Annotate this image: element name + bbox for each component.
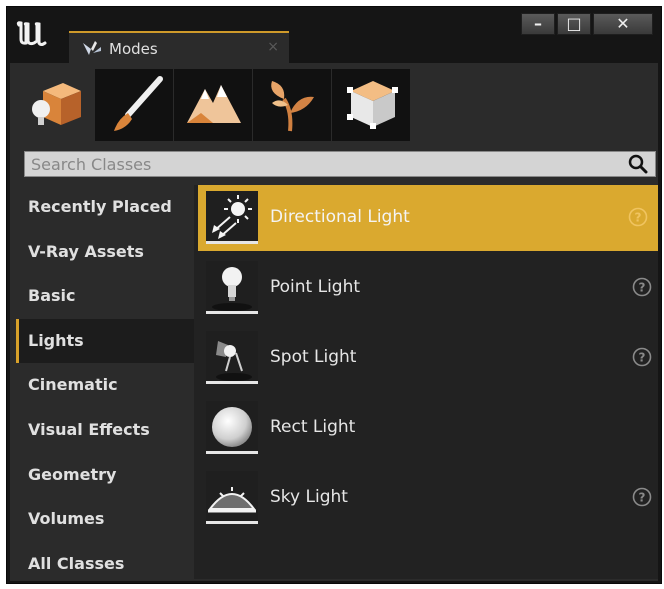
minimize-button[interactable]: –	[521, 13, 555, 35]
sidebar-item-all-classes[interactable]: All Classes	[16, 542, 194, 587]
list-item-label: Spot Light	[270, 347, 357, 367]
list-item-label: Point Light	[270, 277, 361, 297]
help-icon[interactable]: ?	[632, 277, 652, 297]
help-icon[interactable]: ?	[632, 487, 652, 507]
list-item-sky-light[interactable]: Sky Light ?	[198, 465, 662, 531]
foliage-mode-icon	[271, 81, 314, 132]
thumbnail-underline	[206, 451, 258, 454]
tab-close-button[interactable]: ×	[267, 39, 279, 55]
unreal-logo-icon	[16, 21, 47, 46]
tab-modes[interactable]: Modes ×	[69, 31, 289, 65]
sidebar-item-recently-placed[interactable]: Recently Placed	[16, 185, 194, 230]
mode-paint[interactable]	[95, 69, 173, 141]
class-list: Directional Light ? Point Light ? Spot L…	[194, 185, 658, 579]
help-icon[interactable]: ?	[632, 347, 652, 367]
modes-panel: Recently Placed V-Ray Assets Basic Light…	[10, 63, 658, 581]
thumbnail-underline	[206, 241, 258, 244]
sidebar-item-label: Basic	[28, 286, 76, 306]
sky-light-icon	[208, 487, 256, 513]
spot-light-thumbnail	[206, 331, 258, 383]
mode-toolbar	[16, 69, 411, 141]
rect-light-thumbnail	[206, 401, 258, 453]
geometry-mode-icon	[347, 81, 398, 129]
sidebar-item-label: Lights	[28, 330, 84, 350]
title-bar[interactable]: Modes × – □ ✕	[7, 7, 661, 65]
help-icon[interactable]: ?	[628, 207, 648, 227]
sidebar-item-volumes[interactable]: Volumes	[16, 497, 194, 542]
window-controls: – □ ✕	[519, 13, 653, 35]
search-input[interactable]	[31, 154, 611, 174]
maximize-button[interactable]: □	[557, 13, 591, 35]
search-bar	[24, 151, 656, 177]
sidebar-item-vray-assets[interactable]: V-Ray Assets	[16, 230, 194, 275]
list-item-label: Sky Light	[270, 487, 348, 507]
sidebar-item-label: Geometry	[28, 464, 117, 484]
place-mode-icon	[32, 83, 81, 125]
point-light-icon	[212, 267, 252, 311]
sidebar-item-label: All Classes	[28, 553, 125, 573]
directional-light-thumbnail	[206, 191, 258, 243]
point-light-thumbnail	[206, 261, 258, 313]
mode-place[interactable]	[16, 69, 94, 141]
mode-foliage[interactable]	[253, 69, 331, 141]
modes-window: Modes × – □ ✕ Search Classes Recently Pl…	[6, 6, 662, 584]
list-item-label: Rect Light	[270, 417, 356, 437]
mode-geometry[interactable]	[332, 69, 410, 141]
sidebar-item-basic[interactable]: Basic	[16, 274, 194, 319]
spot-light-icon	[216, 341, 252, 381]
list-item-spot-light[interactable]: Spot Light ?	[198, 325, 662, 391]
sidebar-item-lights[interactable]: Lights	[16, 318, 194, 364]
mode-landscape[interactable]	[174, 69, 252, 141]
list-item-directional-light[interactable]: Directional Light ?	[198, 185, 658, 251]
svg-text:?: ?	[639, 351, 646, 365]
modes-tab-icon	[83, 41, 101, 55]
thumbnail-underline	[206, 381, 258, 384]
sidebar-item-geometry[interactable]: Geometry	[16, 453, 194, 498]
search-icon[interactable]	[627, 154, 649, 174]
list-item-point-light[interactable]: Point Light ?	[198, 255, 662, 321]
rect-light-icon	[212, 407, 252, 447]
thumbnail-underline	[206, 521, 258, 524]
sidebar-item-label: Volumes	[28, 509, 105, 529]
landscape-mode-icon	[187, 85, 241, 123]
sidebar-item-label: Visual Effects	[28, 419, 150, 439]
sidebar-item-label: Recently Placed	[28, 197, 172, 216]
category-sidebar: Recently Placed V-Ray Assets Basic Light…	[16, 185, 194, 579]
directional-light-icon	[212, 195, 252, 239]
svg-text:?: ?	[635, 211, 642, 225]
svg-text:?: ?	[639, 281, 646, 295]
sidebar-item-visual-effects[interactable]: Visual Effects	[16, 408, 194, 453]
close-button[interactable]: ✕	[593, 13, 653, 35]
thumbnail-underline	[206, 311, 258, 314]
tab-label: Modes	[109, 40, 158, 58]
list-item-rect-light[interactable]: Rect Light	[198, 395, 662, 461]
paint-mode-icon	[114, 76, 163, 131]
sidebar-item-cinematic[interactable]: Cinematic	[16, 363, 194, 408]
list-item-label: Directional Light	[270, 207, 410, 227]
sidebar-item-label: Cinematic	[28, 375, 118, 395]
sky-light-thumbnail	[206, 471, 258, 523]
sidebar-item-label: V-Ray Assets	[28, 241, 144, 261]
svg-text:?: ?	[639, 491, 646, 505]
